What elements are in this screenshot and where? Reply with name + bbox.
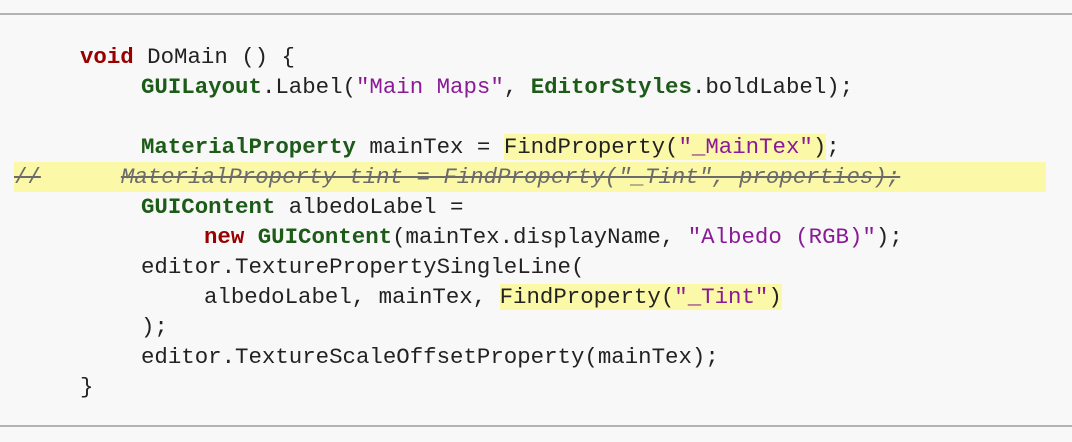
code-line-11: editor.TextureScaleOffsetProperty(mainTe… (141, 342, 719, 372)
string-literal: "Albedo (RGB)" (687, 224, 876, 250)
keyword-new: new (204, 224, 245, 250)
code-text: mainTex = (356, 134, 504, 160)
type-guilayout: GUILayout (141, 74, 262, 100)
type-guicontent: GUIContent (141, 194, 276, 220)
code-text: .boldLabel); (691, 74, 854, 100)
code-text: albedoLabel = (275, 194, 464, 220)
code-line-8: editor.TexturePropertySingleLine( (141, 252, 584, 282)
code-text: editor.TexturePropertySingleLine( (141, 254, 585, 280)
struck-code: MaterialProperty tint = FindProperty("_T… (120, 164, 901, 190)
code-line-5-removed: // MaterialProperty tint = FindProperty("… (14, 162, 1046, 192)
code-line-6: GUIContent albedoLabel = (141, 192, 464, 222)
string-literal: "_MainTex" (678, 134, 813, 160)
code-text: .Label( (261, 74, 356, 100)
type-materialproperty: MaterialProperty (141, 134, 356, 160)
method-signature: DoMain () { (133, 44, 295, 70)
code-text: albedoLabel, mainTex, (204, 284, 500, 310)
code-text: editor.TextureScaleOffsetProperty(mainTe… (141, 344, 719, 370)
code-text: ) (812, 134, 827, 160)
code-text: FindProperty( (503, 134, 679, 160)
code-line-7: new GUIContent(mainTex.displayName, "Alb… (204, 222, 903, 252)
code-text: FindProperty( (499, 284, 675, 310)
code-line-2: GUILayout.Label("Main Maps", EditorStyle… (141, 72, 853, 102)
bottom-divider (0, 425, 1072, 427)
code-line-10: ); (141, 312, 168, 342)
code-line-1: void DoMain () { (80, 42, 295, 72)
type-guicontent: GUIContent (257, 224, 393, 250)
comment-marker: // (14, 164, 41, 190)
keyword-void: void (80, 44, 134, 70)
code-line-4: MaterialProperty mainTex = FindProperty(… (141, 132, 840, 162)
code-text: (mainTex.displayName, (392, 224, 688, 250)
highlighted-call: FindProperty("_Tint") (499, 284, 782, 310)
code-text: , (503, 74, 531, 100)
code-text: ) (768, 284, 782, 310)
top-divider (0, 13, 1072, 15)
code-block: void DoMain () { GUILayout.Label("Main M… (0, 0, 1072, 442)
highlighted-call: FindProperty("_MainTex") (503, 134, 827, 160)
string-literal: "Main Maps" (356, 74, 504, 100)
code-text: ; (826, 134, 840, 160)
type-editorstyles: EditorStyles (530, 74, 692, 100)
code-line-9: albedoLabel, mainTex, FindProperty("_Tin… (204, 282, 782, 312)
code-text: ); (141, 314, 168, 340)
string-literal: "_Tint" (674, 284, 769, 310)
code-text: ); (875, 224, 903, 250)
code-text: } (80, 374, 94, 400)
code-line-12: } (80, 372, 93, 402)
